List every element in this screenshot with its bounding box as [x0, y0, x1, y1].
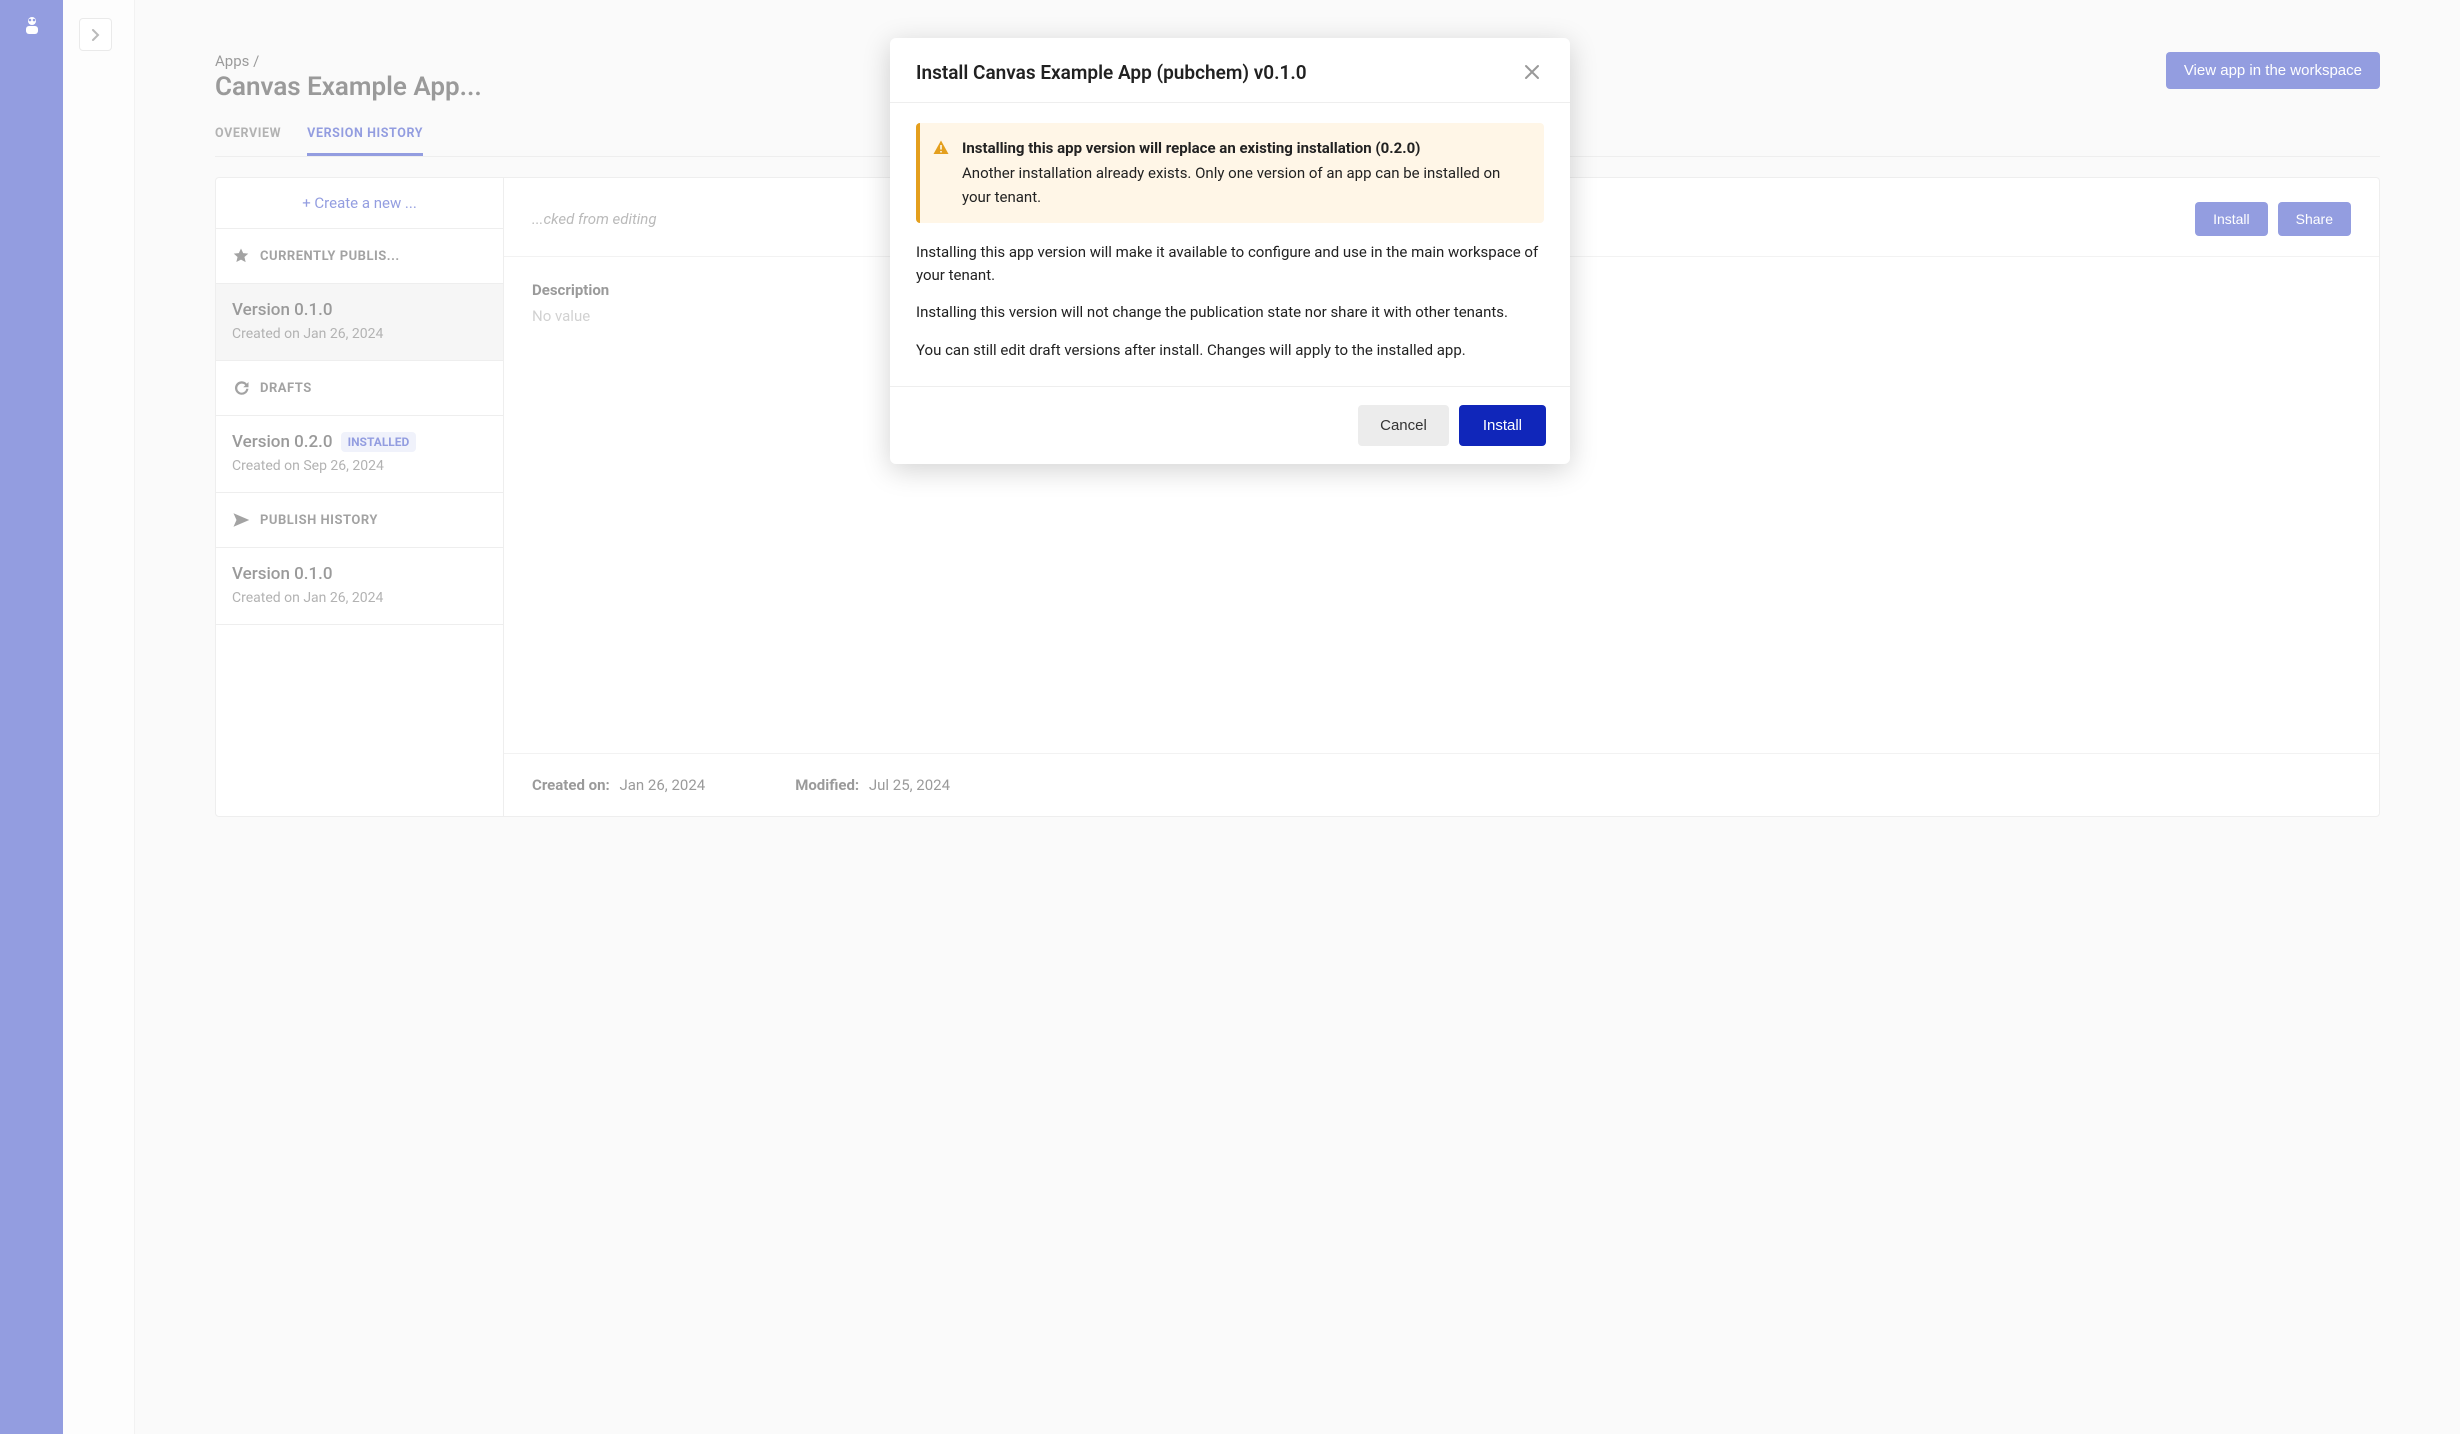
warning-icon — [932, 139, 950, 209]
modal-close-button[interactable] — [1520, 60, 1544, 84]
modal-cancel-button[interactable]: Cancel — [1358, 405, 1449, 446]
warning-heading: Installing this app version will replace… — [962, 137, 1528, 160]
modal-paragraph-1: Installing this app version will make it… — [916, 241, 1544, 288]
modal-paragraph-3: You can still edit draft versions after … — [916, 339, 1544, 362]
modal-overlay[interactable]: Install Canvas Example App (pubchem) v0.… — [0, 0, 2460, 1434]
warning-body: Another installation already exists. Onl… — [962, 162, 1528, 209]
modal-title: Install Canvas Example App (pubchem) v0.… — [916, 61, 1307, 84]
install-modal: Install Canvas Example App (pubchem) v0.… — [890, 38, 1570, 464]
warning-banner: Installing this app version will replace… — [916, 123, 1544, 223]
modal-install-button[interactable]: Install — [1459, 405, 1546, 446]
modal-paragraph-2: Installing this version will not change … — [916, 301, 1544, 324]
close-icon — [1524, 64, 1540, 80]
